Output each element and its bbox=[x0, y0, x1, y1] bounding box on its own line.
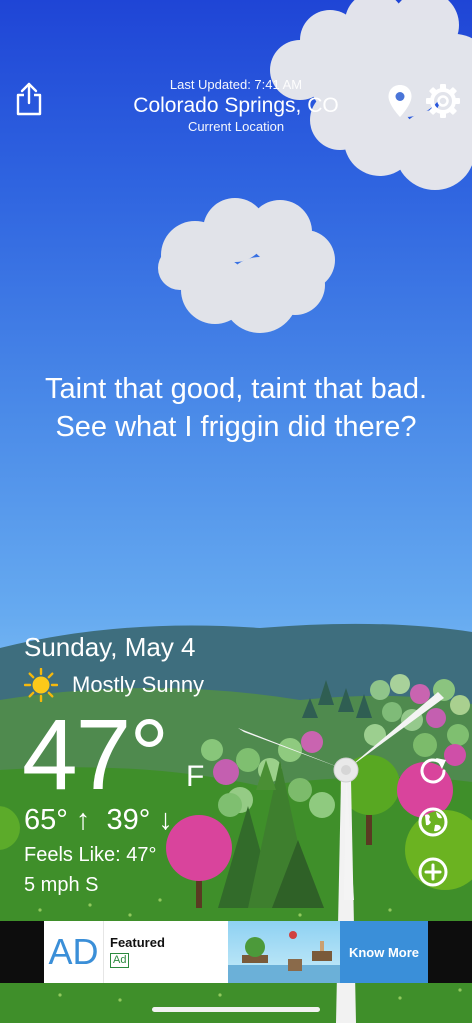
ad-banner: AD Featured Ad Know More bbox=[0, 921, 472, 983]
location-subtitle: Current Location bbox=[187, 119, 285, 134]
ad-cta-button[interactable]: Know More bbox=[340, 921, 428, 983]
plus-icon bbox=[418, 857, 448, 887]
sun-icon bbox=[24, 668, 58, 702]
share-icon bbox=[16, 82, 42, 116]
weather-scene bbox=[0, 0, 472, 1023]
ad-content[interactable]: AD Featured Ad Know More bbox=[44, 921, 428, 983]
feels-like: Feels Like: 47° bbox=[24, 844, 157, 866]
globe-button[interactable] bbox=[414, 803, 452, 841]
wind-speed: 5 mph S bbox=[24, 874, 99, 896]
condition-row: Mostly Sunny bbox=[24, 668, 204, 702]
current-temperature: 47° bbox=[22, 699, 169, 811]
condition-label: Mostly Sunny bbox=[72, 672, 205, 697]
cloud-middle bbox=[158, 198, 335, 333]
add-location-button[interactable] bbox=[414, 853, 452, 891]
forecast-date: Sunday, May 4 bbox=[24, 632, 196, 662]
location-button[interactable] bbox=[383, 84, 417, 118]
high-low-temperature: 65° ↑ 39° ↓ bbox=[24, 804, 173, 836]
gear-icon bbox=[426, 84, 460, 118]
globe-icon bbox=[418, 807, 448, 837]
home-indicator[interactable] bbox=[152, 1007, 320, 1012]
ad-logo: AD bbox=[44, 921, 104, 983]
ad-image bbox=[228, 921, 340, 983]
temperature-unit[interactable]: F bbox=[186, 760, 204, 794]
pink-tree bbox=[166, 815, 232, 881]
location-pin-icon bbox=[388, 85, 412, 117]
ad-text: Featured Ad bbox=[104, 921, 228, 983]
ad-badge: Ad bbox=[110, 953, 130, 968]
settings-button[interactable] bbox=[426, 84, 460, 118]
share-button[interactable] bbox=[12, 82, 46, 116]
refresh-button[interactable] bbox=[414, 752, 452, 790]
ad-title: Featured bbox=[110, 935, 165, 950]
weather-quote: Taint that good, taint that bad. See wha… bbox=[44, 373, 428, 443]
refresh-icon bbox=[420, 758, 446, 784]
